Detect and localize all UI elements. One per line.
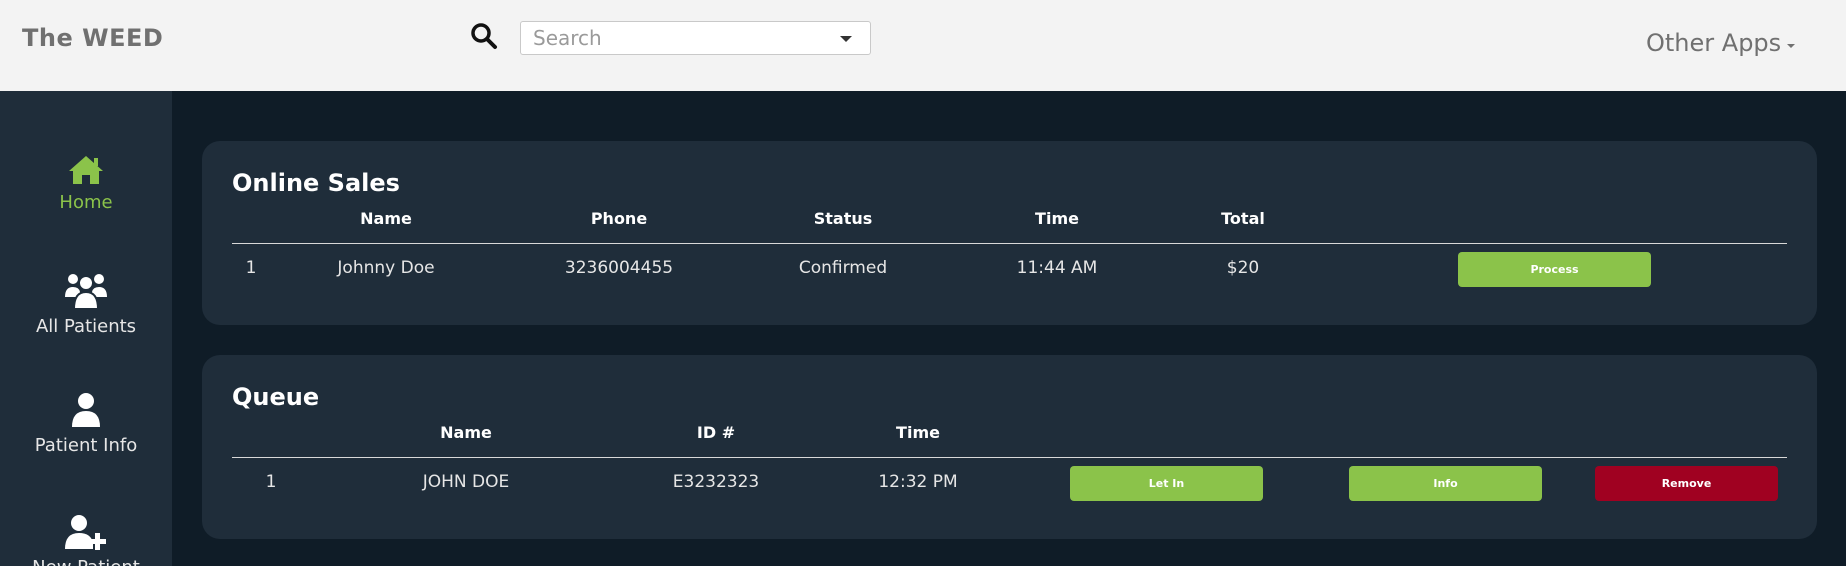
cell-phone: 3236004455 <box>564 258 674 278</box>
cell-id: E3232323 <box>672 472 760 492</box>
user-plus-icon <box>65 515 106 550</box>
sidebar-item-patient-info[interactable]: Patient Info <box>0 391 172 456</box>
column-header-total: Total <box>1221 209 1265 228</box>
other-apps-dropdown[interactable]: Other Apps <box>1646 29 1796 57</box>
sidebar-item-label: Home <box>59 192 113 213</box>
search-icon[interactable] <box>470 22 498 50</box>
sidebar-item-label: All Patients <box>35 316 137 337</box>
top-bar: The WEED Search Other Apps <box>0 0 1846 91</box>
cell-time: 11:44 AM <box>1016 258 1098 278</box>
row-index: 1 <box>265 472 277 492</box>
caret-down-icon <box>1787 44 1796 48</box>
row-index: 1 <box>245 258 257 278</box>
column-header-status: Status <box>813 209 873 228</box>
sidebar-item-label: New Patient <box>0 557 172 566</box>
sidebar-item-label: Patient Info <box>34 435 138 456</box>
process-button[interactable]: Process <box>1458 252 1651 287</box>
brand-logo[interactable]: The WEED <box>22 24 163 52</box>
sidebar: Home All Patients Patient Info New Patie… <box>0 91 172 566</box>
online-sales-title: Online Sales <box>232 169 400 197</box>
table-divider <box>232 243 1787 244</box>
cell-time: 12:32 PM <box>878 472 958 492</box>
column-header-name: Name <box>440 423 492 442</box>
cell-status: Confirmed <box>798 258 888 278</box>
column-header-time: Time <box>896 423 940 442</box>
other-apps-label: Other Apps <box>1646 29 1782 57</box>
cell-name: Johnny Doe <box>337 258 435 278</box>
users-icon <box>65 274 107 310</box>
search-select[interactable]: Search <box>520 21 871 55</box>
home-icon <box>69 156 103 184</box>
info-button[interactable]: Info <box>1349 466 1542 501</box>
user-icon <box>72 393 100 427</box>
table-divider <box>232 457 1787 458</box>
let-in-button[interactable]: Let In <box>1070 466 1263 501</box>
column-header-time: Time <box>1035 209 1079 228</box>
sidebar-item-home[interactable]: Home <box>0 154 172 213</box>
queue-panel: Queue Name ID # Time 1 JOHN DOE E3232323… <box>202 355 1817 539</box>
remove-button[interactable]: Remove <box>1595 466 1778 501</box>
cell-name: JOHN DOE <box>422 472 510 492</box>
column-header-id: ID # <box>696 423 736 442</box>
sidebar-item-new-patient[interactable]: New Patient <box>0 513 172 566</box>
column-header-phone: Phone <box>590 209 648 228</box>
column-header-name: Name <box>360 209 412 228</box>
search-placeholder: Search <box>533 26 602 50</box>
sidebar-item-all-patients[interactable]: All Patients <box>0 270 172 337</box>
queue-title: Queue <box>232 383 320 411</box>
online-sales-panel: Online Sales Name Phone Status Time Tota… <box>202 141 1817 325</box>
chevron-down-icon <box>840 36 852 42</box>
cell-total: $20 <box>1226 258 1260 278</box>
